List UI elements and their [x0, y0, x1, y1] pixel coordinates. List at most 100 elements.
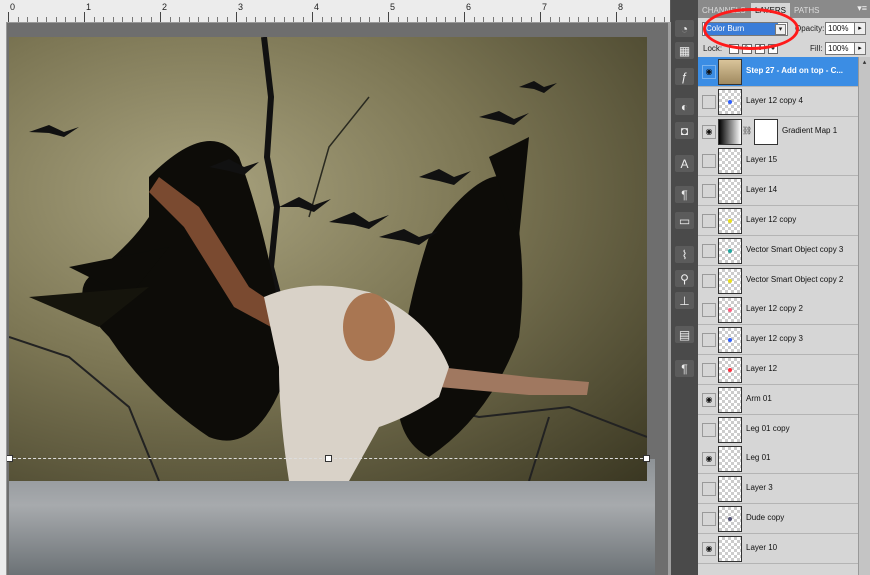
- layer-name: Layer 14: [746, 185, 778, 195]
- layer-thumbnail: [718, 476, 742, 503]
- layer-row[interactable]: Layer 12 copy 2: [698, 295, 858, 326]
- clone-source-icon[interactable]: ⚲: [675, 270, 694, 287]
- ruler-major-tick: [8, 12, 9, 22]
- ruler-minor-tick: [568, 17, 570, 22]
- transform-handle-mid[interactable]: [325, 455, 332, 462]
- transform-handle-left[interactable]: [7, 455, 13, 462]
- visibility-toggle[interactable]: [702, 214, 716, 228]
- ruler-minor-tick: [150, 17, 152, 22]
- fill-slider-arrow-icon[interactable]: ▸: [854, 42, 866, 55]
- layer-row[interactable]: ◉ Arm 01: [698, 384, 858, 415]
- layer-row[interactable]: Vector Smart Object copy 2: [698, 265, 858, 296]
- layer-row[interactable]: Layer 12 copy: [698, 206, 858, 236]
- layer-row[interactable]: Layer 12 copy 4: [698, 86, 858, 117]
- ruler-minor-tick: [340, 17, 342, 22]
- visibility-toggle[interactable]: [702, 184, 716, 199]
- chevron-down-icon[interactable]: ▾: [775, 24, 786, 35]
- layer-row[interactable]: Layer 14: [698, 176, 858, 207]
- document-canvas-area[interactable]: [7, 23, 668, 575]
- panel-icon-strip: ◔ ▦ ƒ ◐ ◘ A ¶ ▭ ⌇ ⚲ ⊥ ▤ ¶: [671, 0, 699, 575]
- layer-row[interactable]: Layer 15: [698, 146, 858, 177]
- screen-icon[interactable]: ▭: [675, 212, 694, 229]
- panel-menu-icon[interactable]: ▾≡: [857, 3, 867, 14]
- scroll-up-icon[interactable]: ▴: [860, 58, 869, 67]
- mask-icon[interactable]: ◘: [675, 122, 694, 139]
- paragraph-icon[interactable]: ¶: [675, 360, 694, 377]
- ruler-label: 0: [10, 2, 16, 12]
- opacity-slider-arrow-icon[interactable]: ▸: [854, 22, 866, 35]
- fill-field[interactable]: 100%: [825, 42, 855, 55]
- visibility-toggle[interactable]: [702, 482, 716, 497]
- lock-move-icon[interactable]: ✚: [755, 44, 765, 54]
- link-icon[interactable]: ⛓: [742, 126, 752, 135]
- ruler-label: 3: [238, 2, 244, 12]
- transform-handle-right[interactable]: [643, 455, 650, 462]
- ruler-minor-tick: [188, 17, 190, 22]
- tab-layers[interactable]: LAYERS: [751, 3, 790, 18]
- lock-all-icon[interactable]: ●: [768, 44, 778, 54]
- layer-row[interactable]: Layer 3: [698, 474, 858, 505]
- blend-options-row: Color Burn ▾ Opacity: 100% ▸: [698, 19, 870, 38]
- blend-mode-select[interactable]: Color Burn ▾: [702, 22, 788, 36]
- eye-icon[interactable]: ◉: [702, 392, 716, 407]
- lock-transparent-icon[interactable]: [729, 44, 739, 54]
- layer-row[interactable]: Dude copy: [698, 504, 858, 534]
- visibility-toggle[interactable]: [702, 273, 716, 288]
- ruler-minor-tick: [93, 17, 95, 22]
- visibility-toggle[interactable]: [702, 333, 716, 348]
- layer-row[interactable]: Layer 12 copy 3: [698, 325, 858, 356]
- visibility-toggle[interactable]: [702, 303, 716, 318]
- ruler-minor-tick: [350, 17, 351, 22]
- visibility-toggle[interactable]: [702, 422, 716, 437]
- layer-name: Layer 12 copy 4: [746, 95, 803, 105]
- brush-preset-icon[interactable]: ⌇: [675, 246, 694, 263]
- layer-row[interactable]: ◉ Step 27 - Add on top - C...: [698, 57, 858, 87]
- adjust-circle-icon[interactable]: ◐: [675, 98, 694, 115]
- layer-row[interactable]: Layer 12: [698, 355, 858, 385]
- visibility-toggle[interactable]: [702, 243, 716, 258]
- layer-row[interactable]: Vector Smart Object copy 3: [698, 235, 858, 266]
- stamp-icon[interactable]: ⊥: [675, 292, 694, 309]
- ruler-minor-tick: [473, 17, 475, 22]
- layer-row[interactable]: ◉ Layer 10: [698, 533, 858, 564]
- layer-row[interactable]: ◉ ⛓ Gradient Map 1: [698, 116, 858, 147]
- eye-icon[interactable]: ◉: [702, 452, 716, 467]
- layer-thumbnail: [718, 416, 742, 443]
- visibility-toggle[interactable]: [702, 154, 716, 169]
- ruler-minor-tick: [169, 17, 171, 22]
- visibility-toggle[interactable]: [702, 94, 716, 109]
- ruler-label: 2: [162, 2, 168, 12]
- horizontal-ruler: 0 1 2 3 4 5 6 7 8: [0, 0, 670, 23]
- layer-name: Step 27 - Add on top - C...: [746, 66, 844, 75]
- ruler-minor-tick: [302, 17, 304, 22]
- eye-icon[interactable]: ◉: [702, 65, 716, 79]
- layer-thumbnail: [718, 88, 742, 115]
- tab-channels[interactable]: CHANNELS: [698, 3, 750, 18]
- artwork-image[interactable]: [9, 37, 647, 481]
- layer-row[interactable]: ◉ Leg 01: [698, 444, 858, 475]
- type-icon[interactable]: A: [675, 155, 694, 172]
- layer-name: Gradient Map 1: [782, 125, 838, 135]
- layer-thumbnail: [718, 357, 742, 383]
- ruler-major-tick: [464, 12, 465, 22]
- layer-row[interactable]: Leg 01 copy: [698, 414, 858, 445]
- tab-paths[interactable]: PATHS: [790, 3, 823, 18]
- lock-brush-icon[interactable]: ✎: [742, 44, 752, 54]
- fx-icon[interactable]: ƒ: [675, 68, 694, 85]
- layer-mask-thumbnail[interactable]: [754, 118, 778, 145]
- visibility-toggle[interactable]: [702, 512, 716, 526]
- paragraph-style-icon[interactable]: ¶: [675, 186, 694, 203]
- visibility-toggle[interactable]: [702, 363, 716, 377]
- ruler-minor-tick: [65, 17, 66, 22]
- ruler-minor-tick: [397, 17, 399, 22]
- ruler-minor-tick: [27, 17, 28, 22]
- measure-icon[interactable]: ▤: [675, 326, 694, 343]
- opacity-field[interactable]: 100%: [825, 22, 855, 35]
- swatch-grid-icon[interactable]: ▦: [675, 42, 694, 59]
- ruler-minor-tick: [597, 17, 598, 22]
- color-wheel-icon[interactable]: ◔: [675, 20, 694, 37]
- eye-icon[interactable]: ◉: [702, 124, 716, 139]
- ruler-minor-tick: [549, 17, 551, 22]
- layer-list-scrollbar[interactable]: ▴: [858, 57, 870, 575]
- eye-icon[interactable]: ◉: [702, 541, 716, 556]
